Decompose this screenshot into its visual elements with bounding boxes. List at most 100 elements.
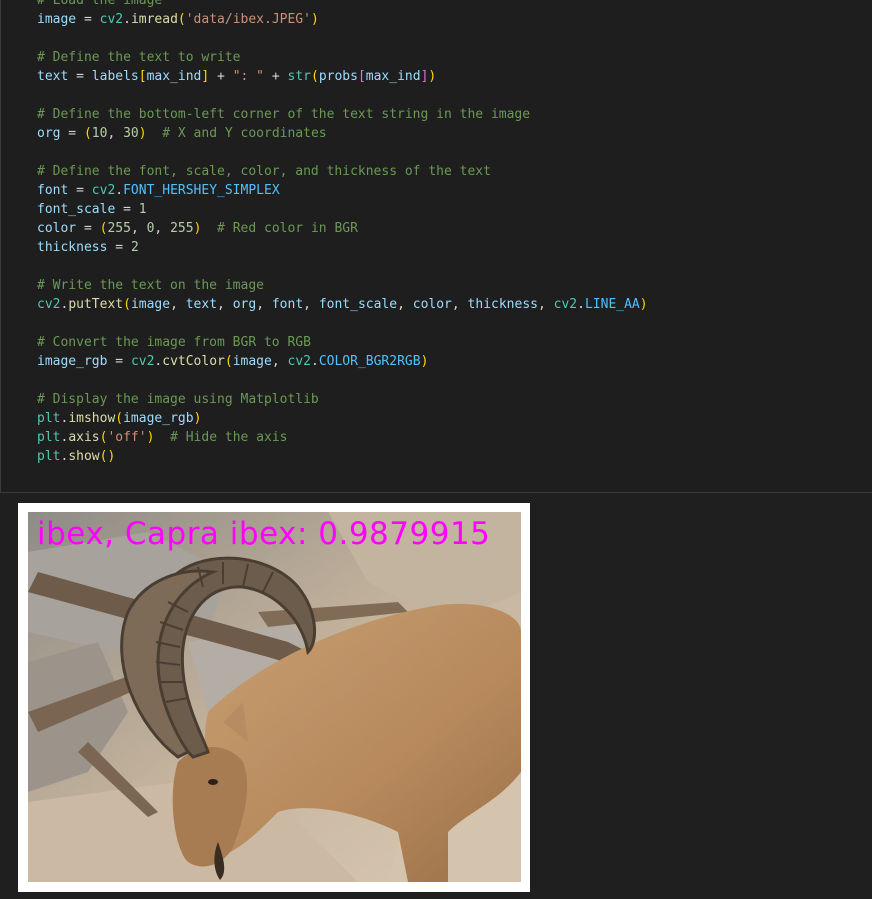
code-token: ( <box>115 411 124 426</box>
code-editor[interactable]: # Load the image image = cv2.imread('data… <box>37 0 648 466</box>
code-token: 30 <box>123 126 139 141</box>
code-token: cv2 <box>99 12 124 27</box>
code-token: , <box>256 297 272 312</box>
code-line[interactable]: # Display the image using Matplotlib <box>37 390 648 409</box>
code-token: = <box>68 69 92 84</box>
code-token: 'data/ibex.JPEG' <box>185 12 311 27</box>
code-token: 10 <box>91 126 108 141</box>
code-token: ) <box>420 354 429 369</box>
code-token: color <box>37 221 77 236</box>
code-token: thickness <box>467 297 538 312</box>
code-token: 2 <box>130 240 139 255</box>
code-token: # Define the font, scale, color, and thi… <box>37 164 491 179</box>
code-token: = <box>76 12 100 27</box>
code-token: = <box>107 240 131 255</box>
code-token: . <box>123 12 131 27</box>
prediction-label: ibex, Capra ibex: 0.9879915 <box>37 516 491 552</box>
code-token: ) <box>639 297 648 312</box>
code-token: , <box>107 126 124 141</box>
code-line[interactable]: plt.show() <box>37 447 648 466</box>
code-token: putText <box>68 297 124 312</box>
code-line[interactable] <box>37 314 648 333</box>
code-token: cv2 <box>553 297 578 312</box>
code-token: . <box>577 297 585 312</box>
code-line[interactable] <box>37 86 648 105</box>
code-token: 1 <box>138 202 147 217</box>
code-line[interactable]: color = (255, 0, 255) # Red color in BGR <box>37 219 648 238</box>
code-token: axis <box>68 430 100 445</box>
code-token: font <box>37 183 69 198</box>
code-token: , <box>303 297 319 312</box>
code-line[interactable] <box>37 143 648 162</box>
code-token: ) <box>138 126 147 141</box>
code-line[interactable]: plt.axis('off') # Hide the axis <box>37 428 648 447</box>
code-token: [ <box>357 69 366 84</box>
code-token: ) <box>310 12 319 27</box>
code-line[interactable]: font_scale = 1 <box>37 200 648 219</box>
code-token: ) <box>107 449 116 464</box>
code-line[interactable] <box>37 371 648 390</box>
code-line[interactable]: # Define the text to write <box>37 48 648 67</box>
code-token: max_ind <box>365 69 421 84</box>
code-line[interactable]: # Define the bottom-left corner of the t… <box>37 105 648 124</box>
code-token: str <box>287 69 311 84</box>
code-line[interactable]: # Load the image <box>37 0 648 10</box>
code-token: cv2 <box>287 354 311 369</box>
code-token: ": " <box>232 69 265 84</box>
code-token: plt <box>37 449 61 464</box>
code-line[interactable]: org = (10, 30) # X and Y coordinates <box>37 124 648 143</box>
code-token: show <box>68 449 100 464</box>
code-token: image_rgb <box>37 354 108 369</box>
code-token: , <box>451 297 468 312</box>
output-cell: ibex, Capra ibex: 0.9879915 <box>0 493 872 899</box>
code-token: # Red color in BGR <box>201 221 358 236</box>
code-token: plt <box>37 430 61 445</box>
code-token: 255 <box>107 221 131 236</box>
code-line[interactable]: image_rgb = cv2.cvtColor(image, cv2.COLO… <box>37 352 648 371</box>
code-line[interactable]: thickness = 2 <box>37 238 648 257</box>
code-line[interactable]: text = labels[max_ind] + ": " + str(prob… <box>37 67 648 86</box>
code-line[interactable] <box>37 257 648 276</box>
code-token: # Define the bottom-left corner of the t… <box>37 107 531 122</box>
code-token: probs <box>318 69 358 84</box>
code-token: # X and Y coordinates <box>146 126 327 141</box>
code-token: , <box>170 297 186 312</box>
ibex-photo <box>28 512 521 882</box>
code-token: font <box>271 297 304 312</box>
code-token: = <box>107 354 131 369</box>
code-line[interactable]: # Write the text on the image <box>37 276 648 295</box>
code-token: imread <box>130 12 178 27</box>
code-token: imshow <box>68 411 116 426</box>
code-token: # Load the image <box>37 0 163 8</box>
code-line[interactable]: cv2. putText(image, text, org, font, font… <box>37 295 648 314</box>
code-token: thickness <box>37 240 108 255</box>
code-token: font_scale <box>37 202 116 217</box>
code-token: # Display the image using Matplotlib <box>37 392 319 407</box>
code-token: + <box>264 69 288 84</box>
code-token: ( <box>83 126 92 141</box>
code-token: image <box>130 297 171 312</box>
code-token: = <box>76 221 100 236</box>
code-token: , <box>217 297 233 312</box>
code-token: image_rgb <box>123 411 194 426</box>
code-token: image <box>232 354 272 369</box>
code-line[interactable]: plt.imshow(image_rgb) <box>37 409 648 428</box>
code-token: = <box>60 126 84 141</box>
code-token: , <box>154 221 171 236</box>
code-line[interactable]: image = cv2.imread('data/ibex.JPEG') <box>37 10 648 29</box>
code-token: # Convert the image from BGR to RGB <box>37 335 311 350</box>
code-token: FONT_HERSHEY_SIMPLEX <box>123 183 280 198</box>
code-token: image <box>37 12 77 27</box>
code-cell[interactable]: # Load the image image = cv2.imread('data… <box>0 0 872 493</box>
code-token: ( <box>123 297 131 312</box>
code-line[interactable] <box>37 29 648 48</box>
code-line[interactable]: # Convert the image from BGR to RGB <box>37 333 648 352</box>
code-line[interactable]: font = cv2.FONT_HERSHEY_SIMPLEX <box>37 181 648 200</box>
code-token: , <box>538 297 554 312</box>
ibex-image: ibex, Capra ibex: 0.9879915 <box>28 512 521 882</box>
code-line[interactable]: # Define the font, scale, color, and thi… <box>37 162 648 181</box>
code-token: # Hide the axis <box>154 430 288 445</box>
code-token: , <box>271 354 288 369</box>
code-token: ( <box>177 12 186 27</box>
code-token: LINE_AA <box>584 297 640 312</box>
